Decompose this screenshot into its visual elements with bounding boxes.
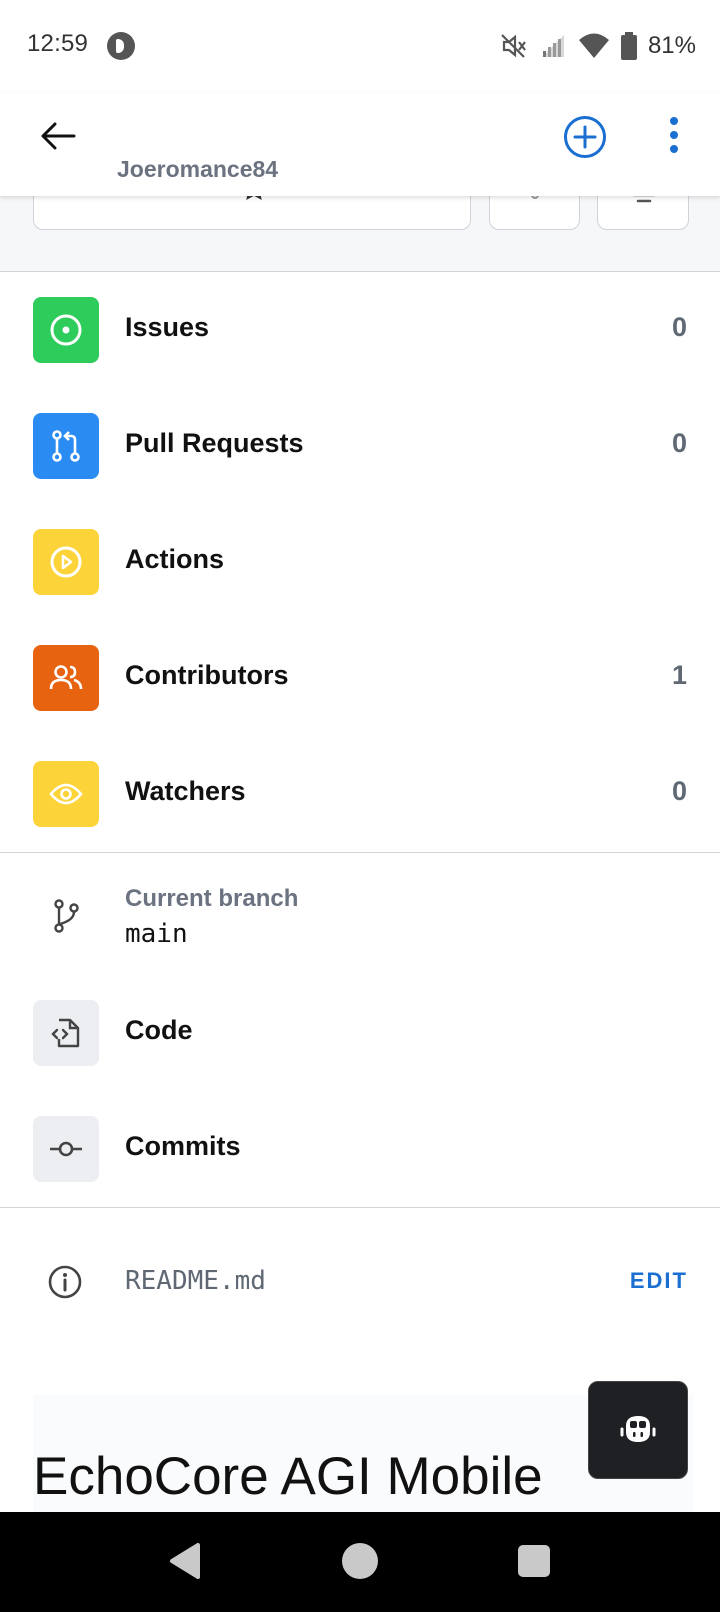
menu-label: Watchers	[125, 776, 246, 806]
current-branch-row[interactable]: Current branch main	[0, 853, 720, 975]
system-nav-bar	[0, 1512, 720, 1612]
commits-tile	[33, 1116, 99, 1182]
menu-label: Commits	[125, 1131, 241, 1161]
status-bar: 12:59 81%	[0, 0, 720, 92]
menu-label: Code	[125, 1015, 193, 1045]
menu-item-commits[interactable]: Commits	[0, 1091, 720, 1207]
menu-item-contributors[interactable]: Contributors 1	[0, 620, 720, 736]
wifi-icon	[578, 33, 609, 58]
readme-title: EchoCore AGI Mobile	[33, 1447, 543, 1506]
menu-count: 0	[671, 312, 687, 342]
copilot-icon	[620, 1416, 656, 1442]
actions-tile	[33, 529, 99, 595]
menu-count: 0	[671, 428, 687, 458]
people-icon	[49, 665, 83, 690]
copilot-button[interactable]	[588, 1381, 688, 1479]
readme-filename: README.md	[125, 1266, 266, 1296]
more-options-button[interactable]	[660, 114, 688, 160]
add-button[interactable]	[562, 114, 608, 160]
back-arrow-icon	[41, 122, 76, 150]
repo-owner-label[interactable]: Joeromance84	[117, 156, 278, 183]
parking-app-icon	[107, 32, 135, 60]
more-vert-icon	[670, 117, 678, 153]
watchers-tile	[33, 761, 99, 827]
branch-tile	[33, 883, 99, 949]
pull-request-icon	[52, 430, 80, 462]
info-icon	[48, 1265, 82, 1299]
menu-item-code[interactable]: Code	[0, 975, 720, 1091]
branch-name: main	[125, 919, 188, 949]
menu-item-watchers[interactable]: Watchers 0	[0, 736, 720, 852]
menu-label: Pull Requests	[125, 428, 304, 458]
branch-icon	[54, 899, 79, 933]
add-circle-icon	[564, 116, 606, 158]
branch-caption: Current branch	[125, 885, 299, 912]
nav-home-icon[interactable]	[342, 1543, 378, 1579]
menu-item-pull-requests[interactable]: Pull Requests 0	[0, 388, 720, 504]
repo-menu: Issues 0 Pull Requests 0 Actions Contrib…	[0, 272, 720, 1358]
menu-item-issues[interactable]: Issues 0	[0, 272, 720, 388]
repo-action-row: STAR	[0, 166, 720, 272]
code-file-icon	[51, 1018, 80, 1048]
play-circle-icon	[50, 546, 82, 578]
issue-circle-icon	[50, 314, 82, 346]
menu-item-actions[interactable]: Actions	[0, 504, 720, 620]
readme-edit-button[interactable]: EDIT	[630, 1268, 688, 1294]
battery-percent: 81%	[647, 32, 696, 59]
battery-icon	[620, 32, 637, 60]
commit-icon	[50, 1141, 82, 1157]
app-bar: Joeromance84	[0, 92, 720, 196]
nav-recents-icon[interactable]	[518, 1545, 550, 1577]
menu-label: Issues	[125, 312, 210, 342]
status-icons: 81%	[498, 28, 696, 64]
contributors-tile	[33, 645, 99, 711]
readme-header: README.md EDIT	[0, 1208, 720, 1358]
status-time: 12:59	[27, 30, 89, 57]
menu-count: 0	[671, 776, 687, 806]
menu-label: Contributors	[125, 660, 289, 690]
mute-icon	[501, 34, 526, 58]
menu-label: Actions	[125, 544, 225, 574]
back-button[interactable]	[36, 114, 80, 158]
pull-requests-tile	[33, 413, 99, 479]
nav-back-icon[interactable]	[168, 1542, 202, 1580]
signal-icon	[541, 35, 564, 57]
issues-tile	[33, 297, 99, 363]
menu-count: 1	[671, 660, 687, 690]
code-tile	[33, 1000, 99, 1066]
eye-icon	[49, 783, 83, 805]
